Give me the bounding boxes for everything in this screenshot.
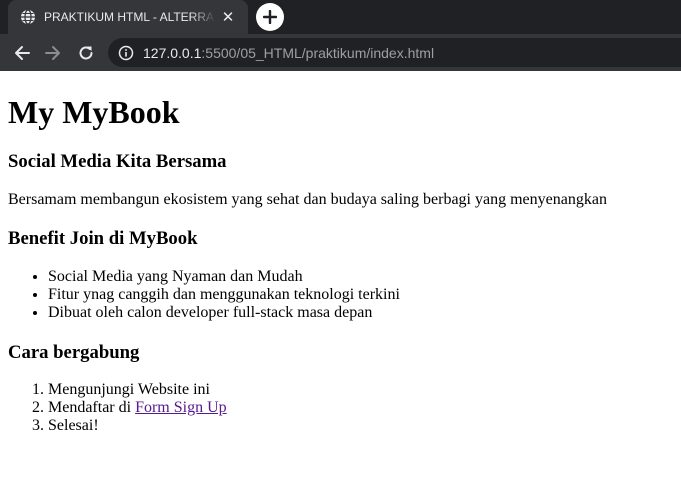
list-item: Social Media yang Nyaman dan Mudah <box>48 268 400 286</box>
list-item: Fitur ynag canggih dan menggunakan tekno… <box>48 286 400 304</box>
benefit-list: Social Media yang Nyaman dan Mudah Fitur… <box>8 268 400 322</box>
social-description: Bersamam membangun ekosistem yang sehat … <box>8 191 607 208</box>
list-item: Mengunjungi Website ini <box>48 381 227 399</box>
new-tab-button[interactable] <box>256 3 284 31</box>
browser-toolbar: 127.0.0.1:5500/05_HTML/praktikum/index.h… <box>0 34 681 71</box>
address-bar[interactable]: 127.0.0.1:5500/05_HTML/praktikum/index.h… <box>108 38 681 67</box>
close-icon[interactable]: ✕ <box>220 9 236 25</box>
info-icon[interactable] <box>118 45 134 61</box>
url-text[interactable]: 127.0.0.1:5500/05_HTML/praktikum/index.h… <box>143 45 434 61</box>
tab-strip: PRAKTIKUM HTML - ALTERRA - ALTA ✕ <box>0 0 681 34</box>
step-text: Mendaftar di <box>48 399 136 416</box>
back-button[interactable] <box>11 42 33 64</box>
heading-benefit: Benefit Join di MyBook <box>8 228 198 249</box>
join-steps-list: Mengunjungi Website ini Mendaftar di For… <box>8 381 227 435</box>
url-path: :5500/05_HTML/praktikum/index.html <box>201 44 435 61</box>
page-content: My MyBook Social Media Kita Bersama Bers… <box>0 71 681 491</box>
form-sign-up-link[interactable]: Form Sign Up <box>135 399 227 416</box>
heading-social-media: Social Media Kita Bersama <box>8 151 227 172</box>
list-item: Selesai! <box>48 417 227 435</box>
plus-icon <box>263 10 277 24</box>
forward-button[interactable] <box>42 42 64 64</box>
heading-cara-bergabung: Cara bergabung <box>8 342 140 363</box>
list-item: Mendaftar di Form Sign Up <box>48 399 227 417</box>
arrow-right-icon <box>45 46 60 60</box>
list-item: Dibuat oleh calon developer full-stack m… <box>48 304 400 322</box>
page-title: My MyBook <box>8 94 180 130</box>
arrow-left-icon <box>15 46 30 60</box>
reload-icon <box>79 46 93 60</box>
tab-title: PRAKTIKUM HTML - ALTERRA - ALTA <box>44 10 216 24</box>
reload-button[interactable] <box>75 42 97 64</box>
globe-icon <box>21 9 35 25</box>
url-host: 127.0.0.1 <box>143 44 202 61</box>
browser-tab[interactable]: PRAKTIKUM HTML - ALTERRA - ALTA ✕ <box>8 0 248 34</box>
